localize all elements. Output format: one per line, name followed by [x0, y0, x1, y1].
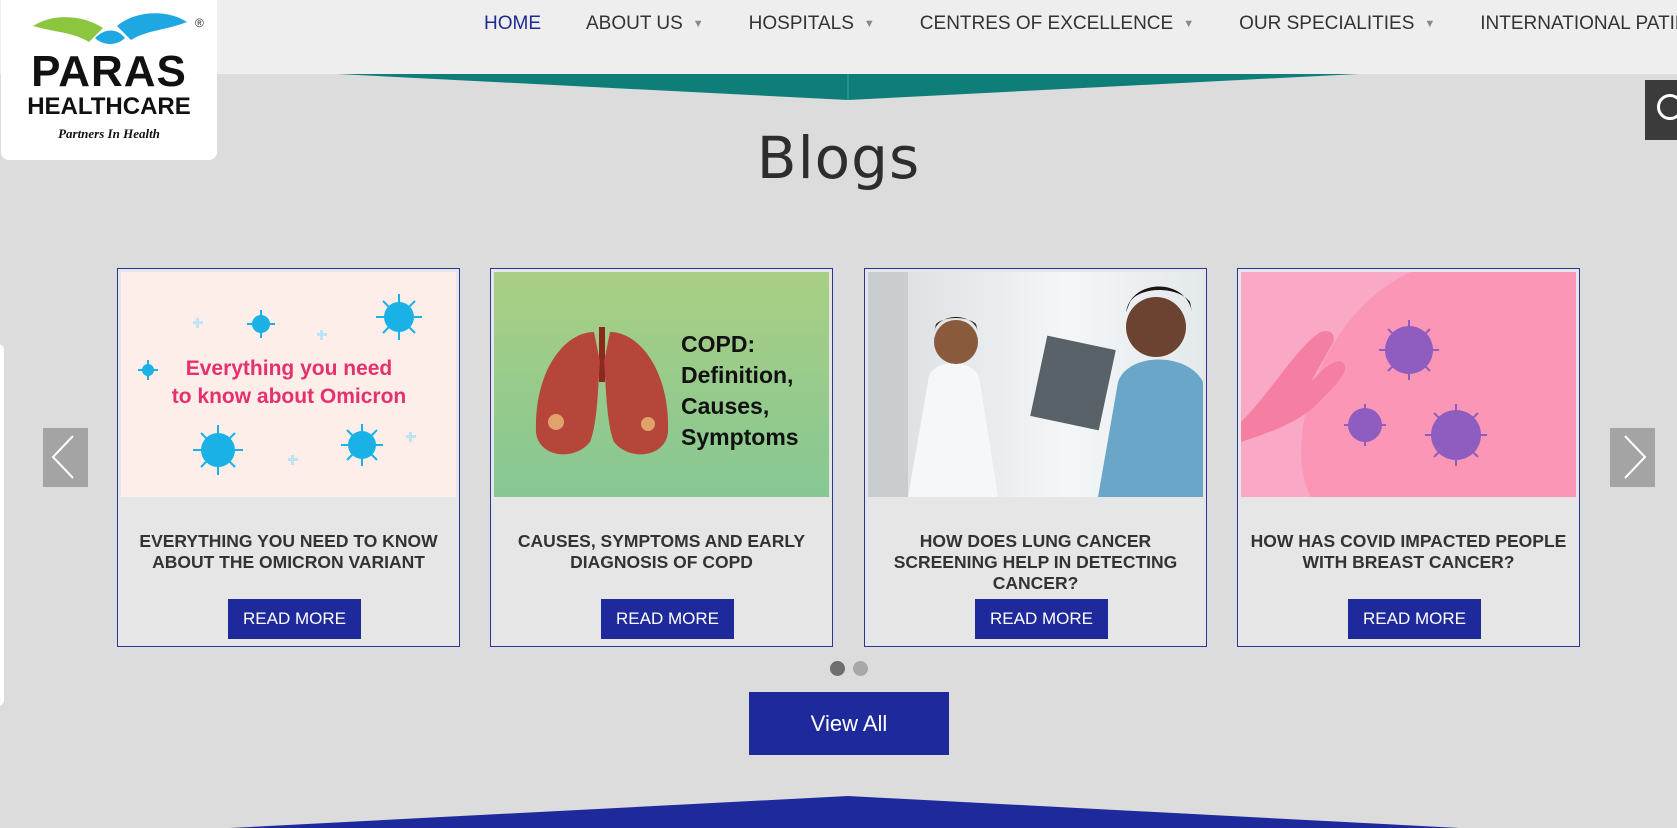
nav-label: HOME — [484, 13, 541, 34]
blog-image-copd[interactable]: COPD: Definition, Causes, Symptoms — [494, 272, 829, 497]
nav-label: INTERNATIONAL PATIENT — [1480, 13, 1677, 34]
nav-item-our-specialities[interactable]: OUR SPECIALITIES ▼ — [1239, 12, 1435, 36]
virus-illustration: Everything you need to know about Omicro… — [138, 294, 422, 475]
caret-down-icon: ▼ — [863, 18, 875, 30]
caret-down-icon: ▼ — [1424, 18, 1436, 30]
blog-image-lung-screening[interactable] — [868, 272, 1203, 497]
chevron-right-icon — [1624, 435, 1647, 479]
blog-card-title[interactable]: CAUSES, SYMPTOMS AND EARLY DIAGNOSIS OF … — [497, 531, 826, 573]
logo-wordmark: PARAS — [31, 47, 187, 96]
side-feedback-tab[interactable] — [0, 344, 4, 706]
view-all-button[interactable]: View All — [749, 692, 949, 755]
blog-card[interactable]: COPD: Definition, Causes, Symptoms CAUSE… — [490, 268, 833, 647]
main-navigation: HOME ABOUT US ▼ HOSPITALS ▼ CENTRES OF EXC… — [484, 12, 1677, 36]
nav-label: CENTRES OF EXCELLENCE — [919, 13, 1174, 34]
section-title: Blogs — [756, 124, 921, 192]
carousel-next-button[interactable] — [1610, 428, 1655, 487]
blog-image-covid-breast-cancer[interactable] — [1241, 272, 1576, 497]
nav-item-international-patient[interactable]: INTERNATIONAL PATIENT — [1480, 12, 1677, 36]
image-heading: Everything you need — [186, 357, 393, 380]
image-heading: Definition, — [681, 362, 793, 388]
nav-item-hospitals[interactable]: HOSPITALS ▼ — [749, 12, 875, 36]
hands-logo-icon — [33, 13, 187, 44]
nav-label: OUR SPECIALITIES — [1239, 13, 1415, 34]
blog-card[interactable]: Everything you need to know about Omicro… — [117, 268, 460, 647]
caret-down-icon: ▼ — [692, 18, 704, 30]
caret-down-icon: ▼ — [1183, 18, 1195, 30]
blog-image-omicron[interactable]: Everything you need to know about Omicro… — [121, 272, 456, 497]
read-more-button[interactable]: READ MORE — [1348, 599, 1481, 639]
image-heading: Symptoms — [681, 424, 799, 450]
image-heading: to know about Omicron — [172, 385, 407, 408]
image-heading: COPD: — [681, 331, 755, 357]
registered-mark: ® — [195, 16, 204, 30]
nav-label: ABOUT US — [586, 13, 683, 34]
blue-divider-band — [230, 796, 1460, 828]
chevron-left-icon — [51, 435, 74, 479]
blog-card-title[interactable]: HOW HAS COVID IMPACTED PEOPLE WITH BREAS… — [1244, 531, 1573, 573]
blog-card[interactable]: HOW DOES LUNG CANCER SCREENING HELP IN D… — [864, 268, 1207, 647]
blog-card[interactable]: HOW HAS COVID IMPACTED PEOPLE WITH BREAS… — [1237, 268, 1580, 647]
paras-healthcare-logo[interactable]: ® PARAS HEALTHCARE Partners In Health — [1, 0, 217, 160]
logo-tagline: Partners In Health — [58, 126, 160, 141]
virus-illustration — [1241, 272, 1576, 497]
read-more-button[interactable]: READ MORE — [228, 599, 361, 639]
carousel-pagination — [830, 661, 868, 676]
carousel-dot-1[interactable] — [830, 661, 845, 676]
image-heading: Causes, — [681, 393, 769, 419]
logo-subwordmark: HEALTHCARE — [27, 93, 191, 120]
blog-card-title[interactable]: EVERYTHING YOU NEED TO KNOW ABOUT THE OM… — [124, 531, 453, 573]
doctor-xray-photo — [868, 272, 1203, 497]
nav-item-home[interactable]: HOME — [484, 12, 541, 36]
lungs-illustration: COPD: Definition, Causes, Symptoms — [535, 327, 799, 455]
carousel-dot-2[interactable] — [853, 661, 868, 676]
teal-divider-band — [338, 74, 1358, 100]
nav-item-centres-of-excellence[interactable]: CENTRES OF EXCELLENCE ▼ — [920, 12, 1194, 36]
read-more-button[interactable]: READ MORE — [975, 599, 1108, 639]
carousel-prev-button[interactable] — [43, 428, 88, 487]
read-more-button[interactable]: READ MORE — [601, 599, 734, 639]
nav-label: HOSPITALS — [748, 13, 854, 34]
search-icon — [1657, 94, 1677, 120]
blog-card-title[interactable]: HOW DOES LUNG CANCER SCREENING HELP IN D… — [871, 531, 1200, 594]
nav-item-about-us[interactable]: ABOUT US ▼ — [586, 12, 704, 36]
